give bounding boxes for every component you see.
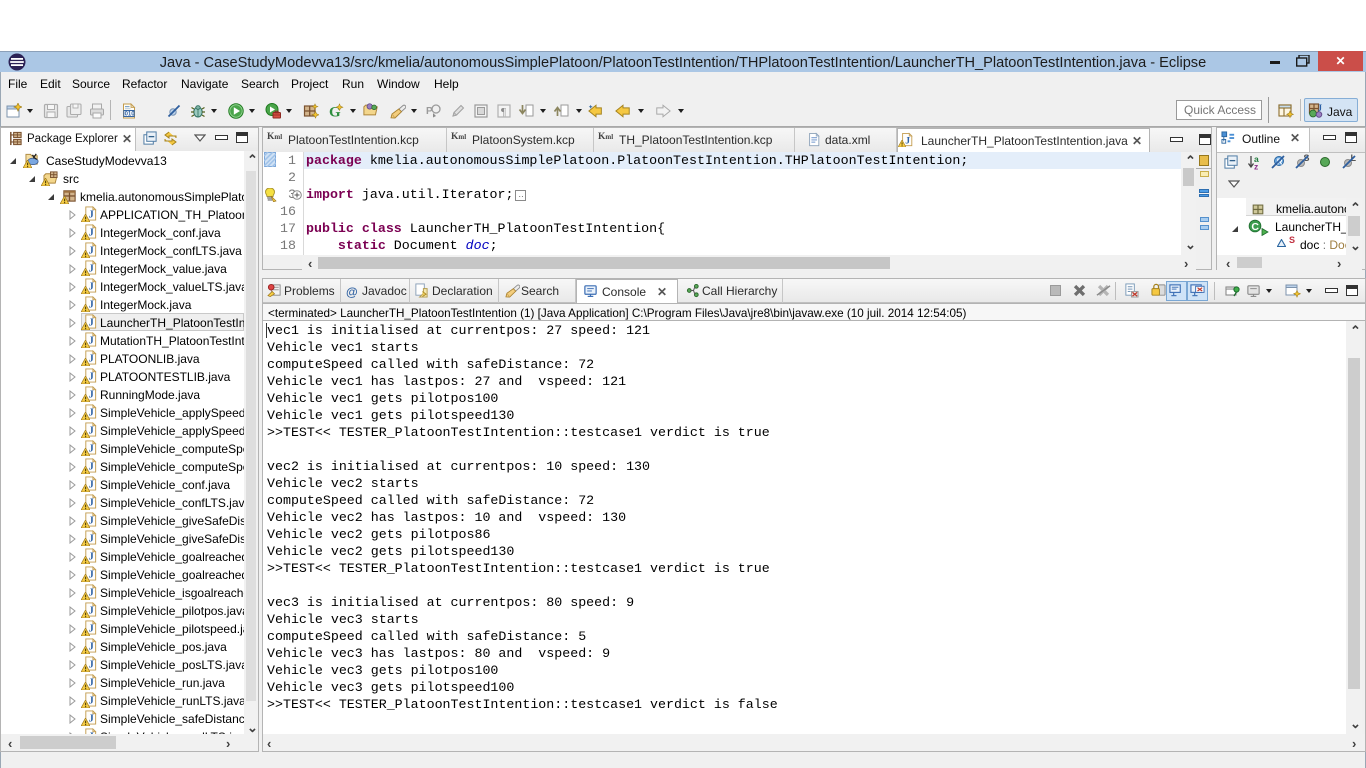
svg-text:¶: ¶ — [501, 106, 506, 118]
svg-text:J: J — [1318, 103, 1323, 113]
svg-text:z: z — [1254, 162, 1258, 171]
svg-text:010: 010 — [125, 112, 136, 118]
